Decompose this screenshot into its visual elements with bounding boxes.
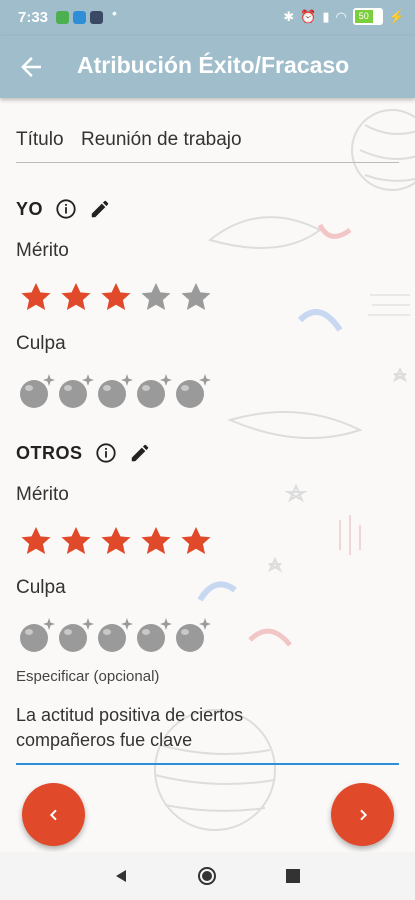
wifi-icon: ◠ [335, 8, 347, 24]
self-blame-label: Culpa [16, 333, 66, 354]
system-nav-bar [0, 852, 415, 900]
app-bar: Atribución Éxito/Fracaso [0, 36, 415, 98]
self-blame-rating [18, 372, 213, 412]
page-title: Atribución Éxito/Fracaso [77, 52, 350, 78]
title-field[interactable]: Título Reunión de trabajo [16, 126, 399, 163]
next-button[interactable] [331, 783, 394, 846]
notification-icon [90, 11, 103, 24]
arrow-left-icon[interactable] [16, 52, 46, 82]
chevron-right-icon [359, 809, 367, 820]
title-field-value[interactable]: Reunión de trabajo [81, 129, 242, 151]
previous-button[interactable] [22, 783, 85, 846]
info-icon[interactable] [55, 198, 77, 220]
edit-icon[interactable] [89, 198, 111, 220]
section-self-header: YO [16, 198, 111, 220]
star-icon[interactable] [178, 279, 218, 315]
nav-back-icon[interactable] [113, 868, 129, 884]
self-merit-label: Mérito [16, 240, 69, 261]
bomb-icon[interactable] [18, 616, 57, 656]
alarm-icon: ⏰ [300, 8, 317, 24]
star-icon[interactable] [98, 523, 138, 559]
status-icons: ✱ ⏰ ▮ ◠ 50 ⚡ [283, 8, 405, 25]
specify-label: Especificar (opcional) [16, 668, 160, 685]
bomb-icon[interactable] [57, 616, 96, 656]
info-icon[interactable] [95, 442, 117, 464]
edit-icon[interactable] [129, 442, 151, 464]
charging-icon: ⚡ [388, 8, 405, 24]
bomb-icon[interactable] [57, 372, 96, 412]
notification-icon [56, 11, 69, 24]
specify-value[interactable]: La actitud positiva de ciertos compañero… [16, 703, 316, 753]
battery-icon: 50 [352, 8, 383, 25]
self-merit-rating [18, 279, 218, 315]
bomb-icon[interactable] [18, 372, 57, 412]
bomb-icon[interactable] [135, 372, 174, 412]
star-icon[interactable] [18, 523, 58, 559]
bomb-icon[interactable] [96, 616, 135, 656]
section-others-header: OTROS [16, 442, 151, 464]
star-icon[interactable] [138, 279, 178, 315]
status-time: 7:33 [18, 9, 49, 26]
signal-icon: ▮ [322, 8, 330, 24]
nav-home-icon[interactable] [197, 866, 217, 886]
star-icon[interactable] [98, 279, 138, 315]
bluetooth-icon: ✱ [283, 8, 295, 24]
others-blame-rating [18, 616, 213, 656]
others-merit-label: Mérito [16, 484, 69, 505]
more-notifications-icon: • [112, 5, 117, 21]
section-others-heading: OTROS [16, 442, 83, 463]
notification-icon [73, 11, 86, 24]
star-icon[interactable] [138, 523, 178, 559]
others-blame-label: Culpa [16, 577, 66, 598]
status-bar: 7:33 • ✱ ⏰ ▮ ◠ 50 ⚡ [0, 0, 415, 36]
star-icon[interactable] [58, 523, 98, 559]
chevron-left-icon [49, 809, 57, 820]
star-icon[interactable] [18, 279, 58, 315]
section-self-heading: YO [16, 198, 44, 219]
star-icon[interactable] [178, 523, 218, 559]
bomb-icon[interactable] [174, 616, 213, 656]
bomb-icon[interactable] [96, 372, 135, 412]
bomb-icon[interactable] [174, 372, 213, 412]
nav-recents-icon[interactable] [286, 869, 300, 883]
others-merit-rating [18, 523, 218, 559]
specify-input[interactable]: La actitud positiva de ciertos compañero… [16, 703, 399, 765]
bomb-icon[interactable] [135, 616, 174, 656]
title-field-label: Título [16, 129, 64, 150]
star-icon[interactable] [58, 279, 98, 315]
